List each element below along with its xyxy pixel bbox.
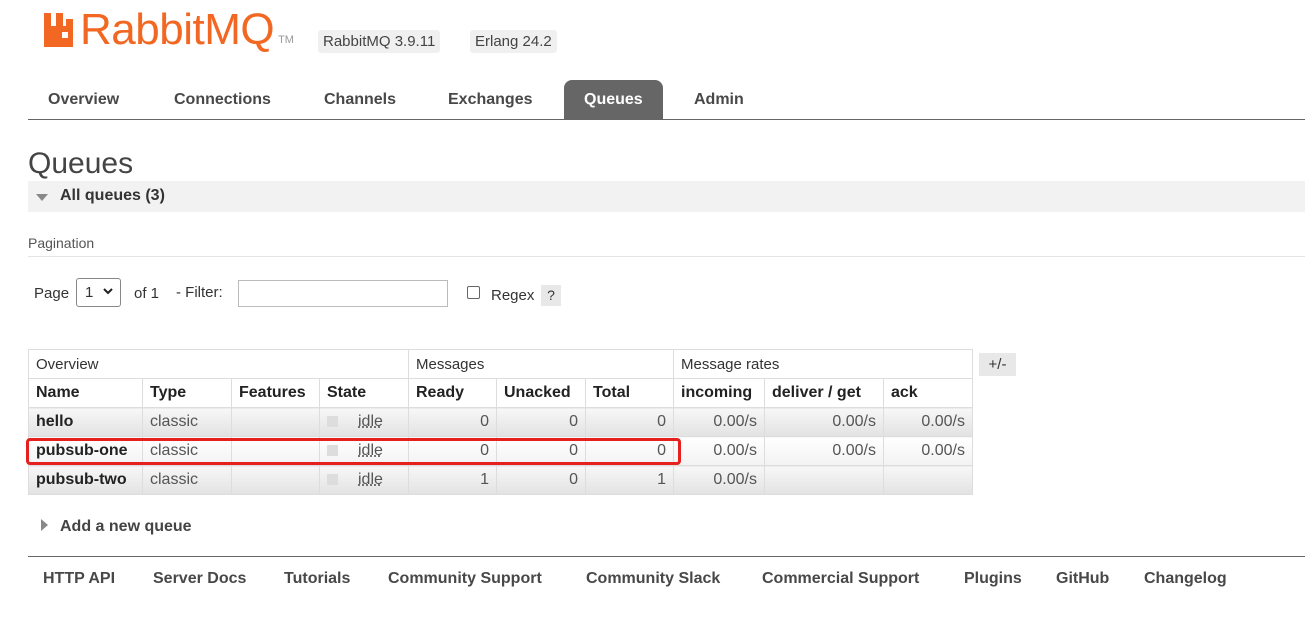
footer-link-community-support[interactable]: Community Support xyxy=(388,570,542,588)
regex-help-button[interactable]: ? xyxy=(541,285,561,306)
queues-table: Overview Messages Message rates Name Typ… xyxy=(28,349,973,495)
rate-incoming: 0.00/s xyxy=(673,436,765,466)
rate-incoming: 0.00/s xyxy=(673,465,765,495)
rate-ack: 0.00/s xyxy=(883,407,973,437)
col-features[interactable]: Features xyxy=(231,378,320,408)
col-name[interactable]: Name xyxy=(28,378,143,408)
table-row: pubsub-two classic idle 1 0 1 0.00/s xyxy=(28,465,973,495)
chevron-down-icon xyxy=(103,288,113,295)
messages-unacked: 0 xyxy=(496,436,586,466)
state-indicator-icon xyxy=(327,474,338,486)
filter-input[interactable] xyxy=(238,280,448,307)
expand-triangle-icon xyxy=(41,519,48,531)
tab-admin[interactable]: Admin xyxy=(674,80,764,119)
rabbitmq-logo-icon xyxy=(44,13,73,47)
group-header-overview: Overview xyxy=(28,349,409,379)
erlang-version-badge: Erlang 24.2 xyxy=(470,30,557,53)
footer: HTTP API Server Docs Tutorials Community… xyxy=(28,556,1305,596)
rate-deliver-get xyxy=(764,465,884,495)
tab-connections[interactable]: Connections xyxy=(154,80,291,119)
filter-label: - Filter: xyxy=(176,284,223,301)
footer-link-community-slack[interactable]: Community Slack xyxy=(586,570,720,588)
tab-queues[interactable]: Queues xyxy=(564,80,663,119)
section-title: All queues (3) xyxy=(60,187,165,204)
group-header-message-rates: Message rates xyxy=(673,349,973,379)
brand-name: RabbitMQ xyxy=(80,5,275,54)
all-queues-section-toggle[interactable]: All queues (3) xyxy=(28,181,1305,212)
footer-link-commercial-support[interactable]: Commercial Support xyxy=(762,570,919,588)
queue-state: idle xyxy=(319,465,409,495)
state-label: idle xyxy=(358,471,383,488)
page-select-value: 1 xyxy=(85,284,94,301)
col-state[interactable]: State xyxy=(319,378,409,408)
queue-name-link[interactable]: hello xyxy=(28,407,143,437)
pagination-heading: Pagination xyxy=(28,235,95,251)
regex-checkbox[interactable] xyxy=(467,286,480,299)
columns-toggle-button[interactable]: +/- xyxy=(979,353,1016,376)
queue-name-link[interactable]: pubsub-two xyxy=(28,465,143,495)
collapse-triangle-icon xyxy=(36,194,48,201)
tab-overview[interactable]: Overview xyxy=(28,80,139,119)
messages-ready: 0 xyxy=(408,436,497,466)
footer-link-plugins[interactable]: Plugins xyxy=(964,570,1022,588)
col-deliver-get[interactable]: deliver / get xyxy=(764,378,884,408)
tab-exchanges[interactable]: Exchanges xyxy=(428,80,552,119)
queue-type: classic xyxy=(142,407,232,437)
rate-deliver-get: 0.00/s xyxy=(764,407,884,437)
trademark: TM xyxy=(278,34,294,46)
footer-link-http-api[interactable]: HTTP API xyxy=(43,570,115,588)
tab-channels[interactable]: Channels xyxy=(304,80,416,119)
group-header-messages: Messages xyxy=(408,349,674,379)
queue-features xyxy=(231,407,320,437)
col-unacked[interactable]: Unacked xyxy=(496,378,586,408)
queue-features xyxy=(231,436,320,466)
rate-ack: 0.00/s xyxy=(883,436,973,466)
queue-state: idle xyxy=(319,407,409,437)
col-ready[interactable]: Ready xyxy=(408,378,497,408)
col-type[interactable]: Type xyxy=(142,378,232,408)
pagination-divider xyxy=(28,256,1305,257)
main-nav: Overview Connections Channels Exchanges … xyxy=(28,80,1305,120)
col-total[interactable]: Total xyxy=(585,378,674,408)
footer-link-changelog[interactable]: Changelog xyxy=(1144,570,1227,588)
messages-unacked: 0 xyxy=(496,407,586,437)
messages-total: 0 xyxy=(585,407,674,437)
messages-ready: 1 xyxy=(408,465,497,495)
footer-link-github[interactable]: GitHub xyxy=(1056,570,1109,588)
footer-link-server-docs[interactable]: Server Docs xyxy=(153,570,246,588)
footer-link-tutorials[interactable]: Tutorials xyxy=(284,570,350,588)
regex-label: Regex xyxy=(491,287,535,304)
messages-ready: 0 xyxy=(408,407,497,437)
queue-name-link[interactable]: pubsub-one xyxy=(28,436,143,466)
state-label: idle xyxy=(358,442,383,459)
table-row: pubsub-one classic idle 0 0 0 0.00/s 0.0… xyxy=(28,436,973,466)
state-indicator-icon xyxy=(327,416,338,428)
rabbitmq-version-badge: RabbitMQ 3.9.11 xyxy=(318,30,441,53)
queue-features xyxy=(231,465,320,495)
page-title: Queues xyxy=(28,147,134,180)
queue-type: classic xyxy=(142,436,232,466)
page-count-label: of 1 xyxy=(134,285,160,302)
state-indicator-icon xyxy=(327,445,338,457)
col-incoming[interactable]: incoming xyxy=(673,378,765,408)
table-row: hello classic idle 0 0 0 0.00/s 0.00/s 0… xyxy=(28,407,973,437)
queue-state: idle xyxy=(319,436,409,466)
state-label: idle xyxy=(358,413,383,430)
messages-unacked: 0 xyxy=(496,465,586,495)
messages-total: 0 xyxy=(585,436,674,466)
rabbitmq-logo: RabbitMQ TM xyxy=(42,8,294,52)
col-ack[interactable]: ack xyxy=(883,378,973,408)
messages-total: 1 xyxy=(585,465,674,495)
rate-deliver-get: 0.00/s xyxy=(764,436,884,466)
add-queue-label: Add a new queue xyxy=(60,518,192,535)
page-label: Page xyxy=(34,285,70,302)
rate-incoming: 0.00/s xyxy=(673,407,765,437)
page-select[interactable]: 1 xyxy=(76,278,121,307)
rate-ack xyxy=(883,465,973,495)
queue-type: classic xyxy=(142,465,232,495)
